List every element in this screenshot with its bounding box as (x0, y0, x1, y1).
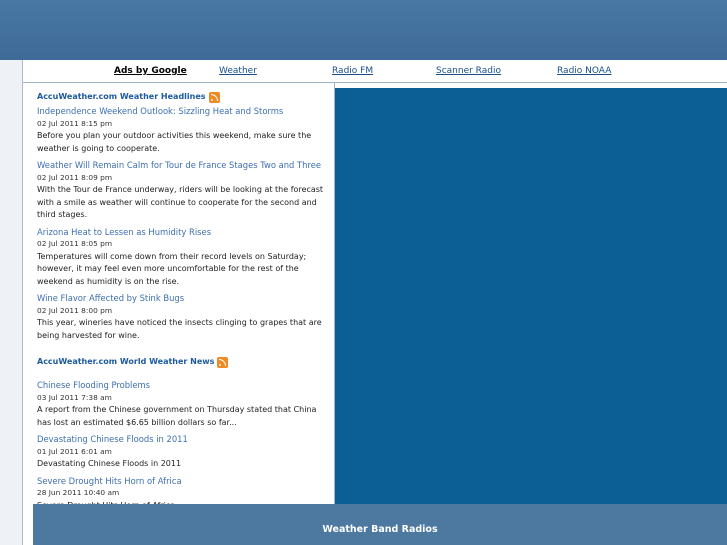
rss-icon[interactable] (217, 357, 229, 368)
world-news-date: 28 Jun 2011 10:40 am (37, 488, 120, 497)
headlines-title-text[interactable]: AccuWeather.com Weather Headlines (37, 91, 206, 104)
headline-link[interactable]: Independence Weekend Outlook: Sizzling H… (37, 105, 333, 118)
headline-description: Before you plan your outdoor activities … (37, 131, 312, 153)
headline-description: With the Tour de France underway, riders… (37, 185, 324, 219)
world-news-link[interactable]: Devastating Chinese Floods in 2011 (37, 433, 333, 446)
headline-link[interactable]: Arizona Heat to Lessen as Humidity Rises (37, 226, 333, 239)
list-item: Independence Weekend Outlook: Sizzling H… (37, 105, 333, 155)
world-news-description: Devastating Chinese Floods in 2011 (37, 459, 182, 468)
world-news-link[interactable]: Severe Drought Hits Horn of Africa (37, 475, 333, 488)
ad-link-weather[interactable]: Weather (219, 66, 257, 76)
ad-links-bar: Ads by Google Weather Radio FM Scanner R… (23, 60, 727, 83)
list-item: Devastating Chinese Floods in 2011 01 Ju… (37, 433, 333, 471)
world-news-section-title: AccuWeather.com World Weather News (37, 355, 333, 370)
ad-panel (335, 88, 727, 504)
ad-link-radio-noaa[interactable]: Radio NOAA (557, 66, 611, 76)
rss-icon[interactable] (208, 92, 220, 103)
list-item: Arizona Heat to Lessen as Humidity Rises… (37, 226, 333, 289)
ad-link-scanner-radio[interactable]: Scanner Radio (436, 66, 501, 76)
news-column: AccuWeather.com Weather Headlines Indepe… (37, 90, 333, 516)
list-item: Chinese Flooding Problems 03 Jul 2011 7:… (37, 379, 333, 429)
world-news-date: 01 Jul 2011 6:01 am (37, 446, 112, 456)
headline-link[interactable]: Wine Flavor Affected by Stink Bugs (37, 292, 333, 305)
world-news-link[interactable]: Chinese Flooding Problems (37, 379, 333, 392)
world-news-date: 03 Jul 2011 7:38 am (37, 392, 112, 402)
headline-date: 02 Jul 2011 8:09 pm (37, 172, 113, 182)
list-item: Weather Will Remain Calm for Tour de Fra… (37, 159, 333, 222)
left-margin-strip (0, 60, 23, 545)
headline-description: This year, wineries have noticed the ins… (37, 318, 322, 340)
headline-date: 02 Jul 2011 8:00 pm (37, 305, 113, 315)
headline-link[interactable]: Weather Will Remain Calm for Tour de Fra… (37, 159, 333, 172)
page-content: Ads by Google Weather Radio FM Scanner R… (23, 60, 727, 545)
ad-link-radio-fm[interactable]: Radio FM (332, 66, 373, 76)
weather-band-radios-bar: Weather Band Radios (33, 504, 727, 545)
headline-description: Temperatures will come down from their r… (37, 251, 307, 286)
ads-by-google-link[interactable]: Ads by Google (114, 66, 187, 76)
weather-band-radios-heading[interactable]: Weather Band Radios (33, 524, 727, 535)
headline-date: 02 Jul 2011 8:15 pm (37, 118, 113, 128)
world-news-description: A report from the Chinese government on … (37, 405, 317, 427)
headlines-section-title: AccuWeather.com Weather Headlines (37, 90, 333, 105)
world-news-title-text[interactable]: AccuWeather.com World Weather News (37, 356, 214, 369)
headline-date: 02 Jul 2011 8:05 pm (37, 239, 113, 248)
list-item: Wine Flavor Affected by Stink Bugs 02 Ju… (37, 292, 333, 342)
header-banner (0, 0, 727, 60)
